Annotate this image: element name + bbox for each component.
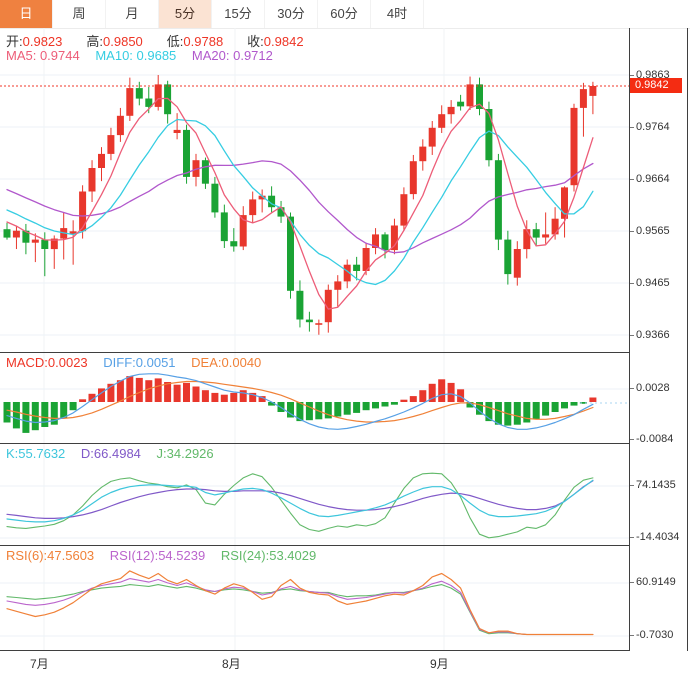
kdj-readout: K:55.7632 D:66.4984 J:34.2926 (6, 446, 226, 461)
tab-day[interactable]: 日 (0, 0, 53, 28)
tab-15min[interactable]: 15分 (212, 0, 265, 28)
rsi24-value: RSI(24):53.4029 (221, 548, 316, 563)
rsi-tick: -0.7030 (630, 629, 673, 641)
open-label: 开: (6, 34, 23, 49)
ma-readout: MA5: 0.9744 MA10: 0.9685 MA20: 0.9712 (6, 48, 285, 63)
rsi12-value: RSI(12):54.5239 (110, 548, 205, 563)
month-label-aug: 8月 (222, 655, 241, 672)
kdj-tick: -14.4034 (630, 531, 679, 543)
tab-30min[interactable]: 30分 (265, 0, 318, 28)
low-label: 低: (167, 34, 184, 49)
macd-tick: 0.0028 (630, 382, 670, 394)
rsi-panel[interactable]: RSI(6):47.5603 RSI(12):54.5239 RSI(24):5… (0, 546, 629, 651)
macd-panel[interactable]: MACD:0.0023 DIFF:0.0051 DEA:0.0040 (0, 353, 629, 444)
high-value: 0.9850 (103, 34, 143, 49)
main-chart-panel[interactable]: 开:0.9823 高:0.9850 低:0.9788 收:0.9842 MA5: 0.… (0, 28, 629, 353)
tab-5min[interactable]: 5分 (159, 0, 212, 28)
price-tick: 0.9366 (630, 329, 670, 341)
close-value: 0.9842 (264, 34, 304, 49)
price-tick: 0.9565 (630, 225, 670, 237)
high-label: 高: (86, 34, 103, 49)
macd-value: MACD:0.0023 (6, 355, 88, 370)
macd-readout: MACD:0.0023 DIFF:0.0051 DEA:0.0040 (6, 355, 273, 370)
candlestick-chart[interactable] (0, 28, 629, 352)
month-label-jul: 7月 (30, 655, 49, 672)
diff-value: DIFF:0.0051 (103, 355, 175, 370)
tab-60min[interactable]: 60分 (318, 0, 371, 28)
open-value: 0.9823 (23, 34, 63, 49)
kdj-tick: 74.1435 (630, 479, 676, 491)
k-value: K:55.7632 (6, 446, 65, 461)
j-value: J:34.2926 (157, 446, 214, 461)
low-value: 0.9788 (183, 34, 223, 49)
macd-tick: -0.0084 (630, 433, 673, 445)
price-tick: 0.9764 (630, 121, 670, 133)
price-tick: 0.9465 (630, 277, 670, 289)
kdj-panel[interactable]: K:55.7632 D:66.4984 J:34.2926 (0, 444, 629, 546)
ma20-value: MA20: 0.9712 (192, 48, 273, 63)
tab-week[interactable]: 周 (53, 0, 106, 28)
dea-value: DEA:0.0040 (191, 355, 261, 370)
d-value: D:66.4984 (81, 446, 141, 461)
tab-month[interactable]: 月 (106, 0, 159, 28)
tab-4hour[interactable]: 4时 (371, 0, 424, 28)
last-price-badge: 0.9842 (630, 78, 682, 93)
month-label-sep: 9月 (430, 655, 449, 672)
timeframe-tabbar: 日 周 月 5分 15分 30分 60分 4时 (0, 0, 690, 29)
kline-chart-app: 日 周 月 5分 15分 30分 60分 4时 开:0.9823 高:0.9850… (0, 0, 690, 675)
rsi-tick: 60.9149 (630, 576, 676, 588)
rsi-readout: RSI(6):47.5603 RSI(12):54.5239 RSI(24):5… (6, 548, 328, 563)
ma10-value: MA10: 0.9685 (95, 48, 176, 63)
price-axis: 0.9863 0.9842 0.9764 0.9664 0.9565 0.946… (630, 28, 688, 650)
price-tick: 0.9664 (630, 173, 670, 185)
close-label: 收: (247, 34, 264, 49)
rsi6-value: RSI(6):47.5603 (6, 548, 94, 563)
ma5-value: MA5: 0.9744 (6, 48, 80, 63)
time-axis: 7月 8月 9月 (0, 651, 690, 675)
